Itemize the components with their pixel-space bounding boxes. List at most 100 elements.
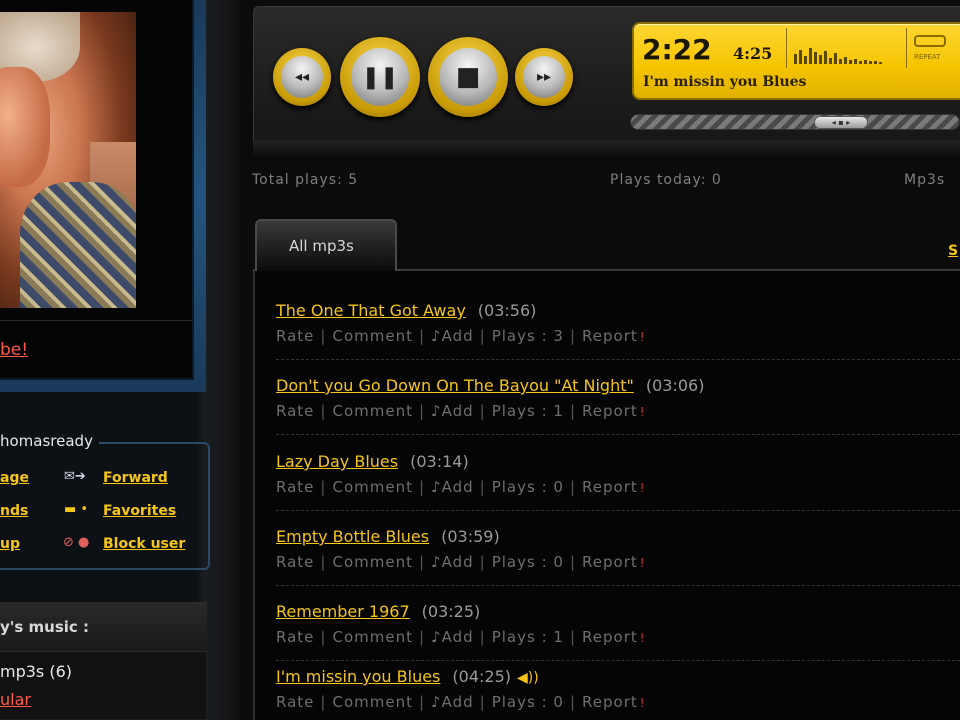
comment-link[interactable]: Comment xyxy=(332,478,413,496)
add-link[interactable]: ♪Add xyxy=(431,327,474,345)
report-exclamation-icon: ! xyxy=(639,405,646,419)
song-title-link[interactable]: Don't you Go Down On The Bayou "At Night… xyxy=(276,376,704,395)
separator: | xyxy=(320,402,327,420)
song-title-link[interactable]: Lazy Day Blues (03:14) xyxy=(276,452,469,471)
block-user-link[interactable]: Block user xyxy=(103,536,185,552)
pause-icon: ❚❚ xyxy=(351,48,409,106)
plays-count: Plays : 0 xyxy=(491,693,564,711)
song-title[interactable]: I'm missin you Blues xyxy=(276,667,440,686)
comment-link[interactable]: Comment xyxy=(332,693,413,711)
separator: | xyxy=(418,478,426,496)
separator: | xyxy=(418,693,426,711)
favorites-link[interactable]: Favorites xyxy=(103,503,176,519)
song-title[interactable]: Lazy Day Blues xyxy=(276,452,398,471)
separator: | xyxy=(479,693,486,711)
separator: | xyxy=(479,553,486,571)
forward-link[interactable]: Forward xyxy=(103,470,168,486)
song-title[interactable]: Remember 1967 xyxy=(276,602,410,621)
report-exclamation-icon: ! xyxy=(639,556,646,570)
username-heading: homasready xyxy=(0,432,99,450)
rate-link[interactable]: Rate xyxy=(276,478,314,496)
row-divider xyxy=(276,510,960,511)
track-duration: 4:25 xyxy=(733,44,773,63)
song-duration: (04:25) xyxy=(452,667,511,686)
song-title[interactable]: Empty Bottle Blues xyxy=(276,527,429,546)
comment-link[interactable]: Comment xyxy=(332,327,413,345)
separator: | xyxy=(418,402,426,420)
rate-link[interactable]: Rate xyxy=(276,327,314,345)
report-link[interactable]: Report xyxy=(582,402,638,420)
song-actions: Rate | Comment | ♪Add | Plays : 0 | Report! xyxy=(276,693,646,711)
rate-link[interactable]: Rate xyxy=(276,553,314,571)
report-link[interactable]: Report xyxy=(582,478,638,496)
separator: | xyxy=(569,693,577,711)
pause-button[interactable]: ❚❚ xyxy=(340,37,420,117)
song-title-link[interactable]: The One That Got Away (03:56) xyxy=(276,301,536,320)
add-link[interactable]: ♪Add xyxy=(431,553,474,571)
report-link[interactable]: Report xyxy=(582,327,638,345)
progress-handle[interactable]: ◂ ▪ ▸ xyxy=(814,116,868,129)
song-title-link[interactable]: Empty Bottle Blues (03:59) xyxy=(276,527,500,546)
comment-link[interactable]: Comment xyxy=(332,553,413,571)
separator: | xyxy=(479,402,486,420)
rewind-button[interactable]: ◂◂ xyxy=(273,48,331,106)
send-message-link[interactable]: age xyxy=(0,470,29,486)
mp3s-stat: Mp3s xyxy=(904,172,946,188)
song-title[interactable]: The One That Got Away xyxy=(276,301,466,320)
subscribe-link[interactable]: be! xyxy=(0,340,28,360)
report-link[interactable]: Report xyxy=(582,693,638,711)
song-duration: (03:25) xyxy=(421,602,481,621)
add-link[interactable]: ♪Add xyxy=(431,478,474,496)
rate-link[interactable]: Rate xyxy=(276,693,314,711)
separator: | xyxy=(479,478,486,496)
add-link[interactable]: ♪Add xyxy=(431,402,474,420)
profile-photo[interactable] xyxy=(0,12,136,308)
rate-link[interactable]: Rate xyxy=(276,402,314,420)
stop-button[interactable]: ■ xyxy=(428,37,508,117)
report-link[interactable]: Report xyxy=(582,553,638,571)
mp3s-count[interactable]: mp3s (6) xyxy=(0,662,72,681)
separator: | xyxy=(320,478,327,496)
separator: | xyxy=(479,327,486,345)
song-title-link[interactable]: I'm missin you Blues (04:25) ◀)) xyxy=(276,667,539,686)
plays-count: Plays : 3 xyxy=(491,327,564,345)
song-title[interactable]: Don't you Go Down On The Bayou "At Night… xyxy=(276,376,634,395)
stop-icon: ■ xyxy=(439,48,497,106)
song-actions: Rate | Comment | ♪Add | Plays : 1 | Report! xyxy=(276,402,646,420)
fast-forward-button[interactable]: ▸▸ xyxy=(515,48,573,106)
song-title-link[interactable]: Remember 1967 (03:25) xyxy=(276,602,480,621)
separator: | xyxy=(418,327,426,345)
repeat-icon[interactable] xyxy=(914,35,946,47)
side-link[interactable]: S xyxy=(948,243,958,259)
separator: | xyxy=(569,402,577,420)
elapsed-time: 2:22 xyxy=(642,33,712,66)
player-base xyxy=(253,140,960,156)
total-plays: Total plays: 5 xyxy=(252,172,359,188)
report-exclamation-icon: ! xyxy=(639,696,646,710)
separator: | xyxy=(320,327,327,345)
add-link[interactable]: ♪Add xyxy=(431,693,474,711)
separator: | xyxy=(479,628,486,646)
add-link[interactable]: ♪Add xyxy=(431,628,474,646)
plays-count: Plays : 0 xyxy=(491,553,564,571)
rate-link[interactable]: Rate xyxy=(276,628,314,646)
tab-all-mp3s[interactable]: All mp3s xyxy=(255,219,397,271)
progress-track[interactable] xyxy=(630,114,960,130)
plays-count: Plays : 1 xyxy=(491,402,564,420)
comment-link[interactable]: Comment xyxy=(332,628,413,646)
envelope-arrow-icon: ✉➔ xyxy=(64,469,86,484)
row-divider xyxy=(276,359,960,360)
separator: | xyxy=(569,628,577,646)
song-duration: (03:59) xyxy=(441,527,500,546)
group-link[interactable]: up xyxy=(0,536,20,552)
plays-today: Plays today: 0 xyxy=(610,172,722,188)
comment-link[interactable]: Comment xyxy=(332,402,413,420)
add-friends-link[interactable]: nds xyxy=(0,503,28,519)
song-actions: Rate | Comment | ♪Add | Plays : 0 | Report! xyxy=(276,553,646,571)
popular-link[interactable]: ular xyxy=(0,690,31,709)
separator: | xyxy=(320,553,327,571)
plays-count: Plays : 1 xyxy=(491,628,564,646)
repeat-label: REPEAT xyxy=(914,53,941,61)
report-link[interactable]: Report xyxy=(582,628,638,646)
separator: | xyxy=(320,693,327,711)
